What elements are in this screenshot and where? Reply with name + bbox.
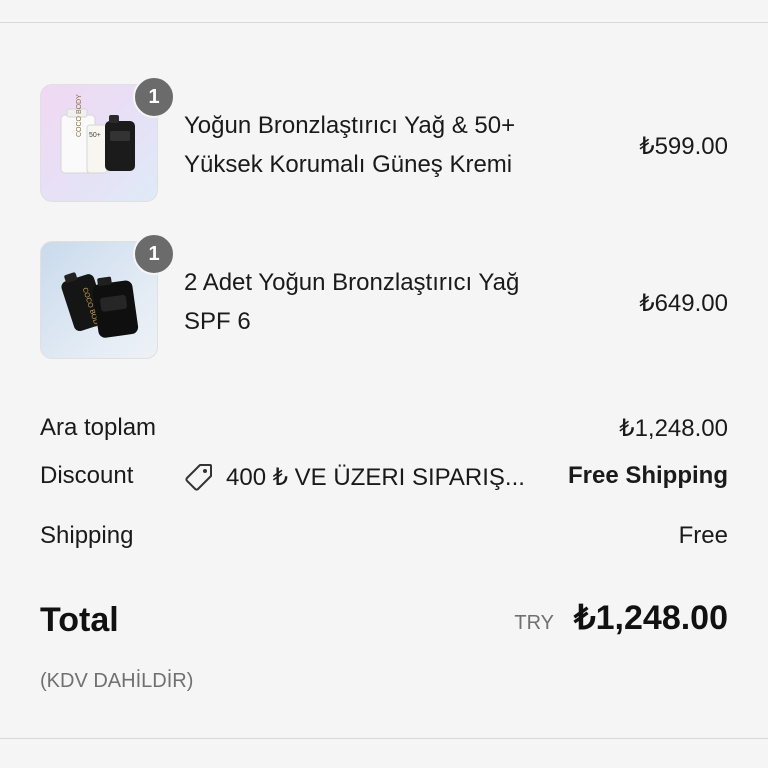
quantity-badge: 1	[133, 233, 175, 275]
discount-value: Free Shipping	[567, 462, 728, 489]
product-name-line: SPF 6	[184, 308, 251, 335]
product-name-line: Yüksek Korumalı Güneş Kremi	[184, 151, 513, 178]
tax-note: (KDV DAHİLDİR)	[40, 670, 194, 692]
tag-icon	[185, 464, 212, 491]
currency-code: TRY	[514, 612, 555, 634]
total-label: Total	[40, 601, 119, 639]
bottom-divider	[0, 738, 768, 739]
discount-code-text: 400 ₺ VE ÜZERI SIPARIŞ...	[226, 463, 525, 491]
product-name-line: 2 Adet Yoğun Bronzlaştırıcı Yağ	[184, 269, 520, 296]
product-name: 2 Adet Yoğun Bronzlaştırıcı Yağ SPF 6	[184, 263, 574, 341]
product-name: Yoğun Bronzlaştırıcı Yağ & 50+ Yüksek Ko…	[184, 106, 574, 184]
subtotal-label: Ara toplam	[40, 414, 157, 441]
svg-text:COCO BODY: COCO BODY	[76, 94, 83, 137]
total-amount: ₺1,248.00	[574, 599, 728, 637]
top-divider	[0, 22, 768, 23]
shipping-value: Free	[678, 522, 728, 549]
quantity-badge: 1	[133, 76, 175, 118]
subtotal-value: ₺1,248.00	[619, 415, 728, 442]
product-name-line: Yoğun Bronzlaştırıcı Yağ & 50+	[184, 112, 516, 139]
product-price: ₺599.00	[639, 133, 728, 160]
discount-code: 400 ₺ VE ÜZERI SIPARIŞ...	[184, 462, 525, 492]
total-amount-group: TRY ₺1,248.00	[514, 598, 728, 638]
product-price: ₺649.00	[639, 290, 728, 317]
cart-line-item: COCO BODY 50+ 1 Yoğun Bronzlaştırıcı Yağ…	[40, 76, 728, 204]
shipping-label: Shipping	[40, 522, 134, 549]
svg-text:50+: 50+	[89, 132, 101, 139]
discount-label: Discount	[40, 462, 134, 489]
cart-line-item: COCO BODY 1 2 Adet Yoğun Bronzlaştırıcı …	[40, 233, 728, 361]
product-thumbnail: COCO BODY 50+ 1	[40, 76, 175, 202]
product-thumbnail: COCO BODY 1	[40, 233, 175, 359]
